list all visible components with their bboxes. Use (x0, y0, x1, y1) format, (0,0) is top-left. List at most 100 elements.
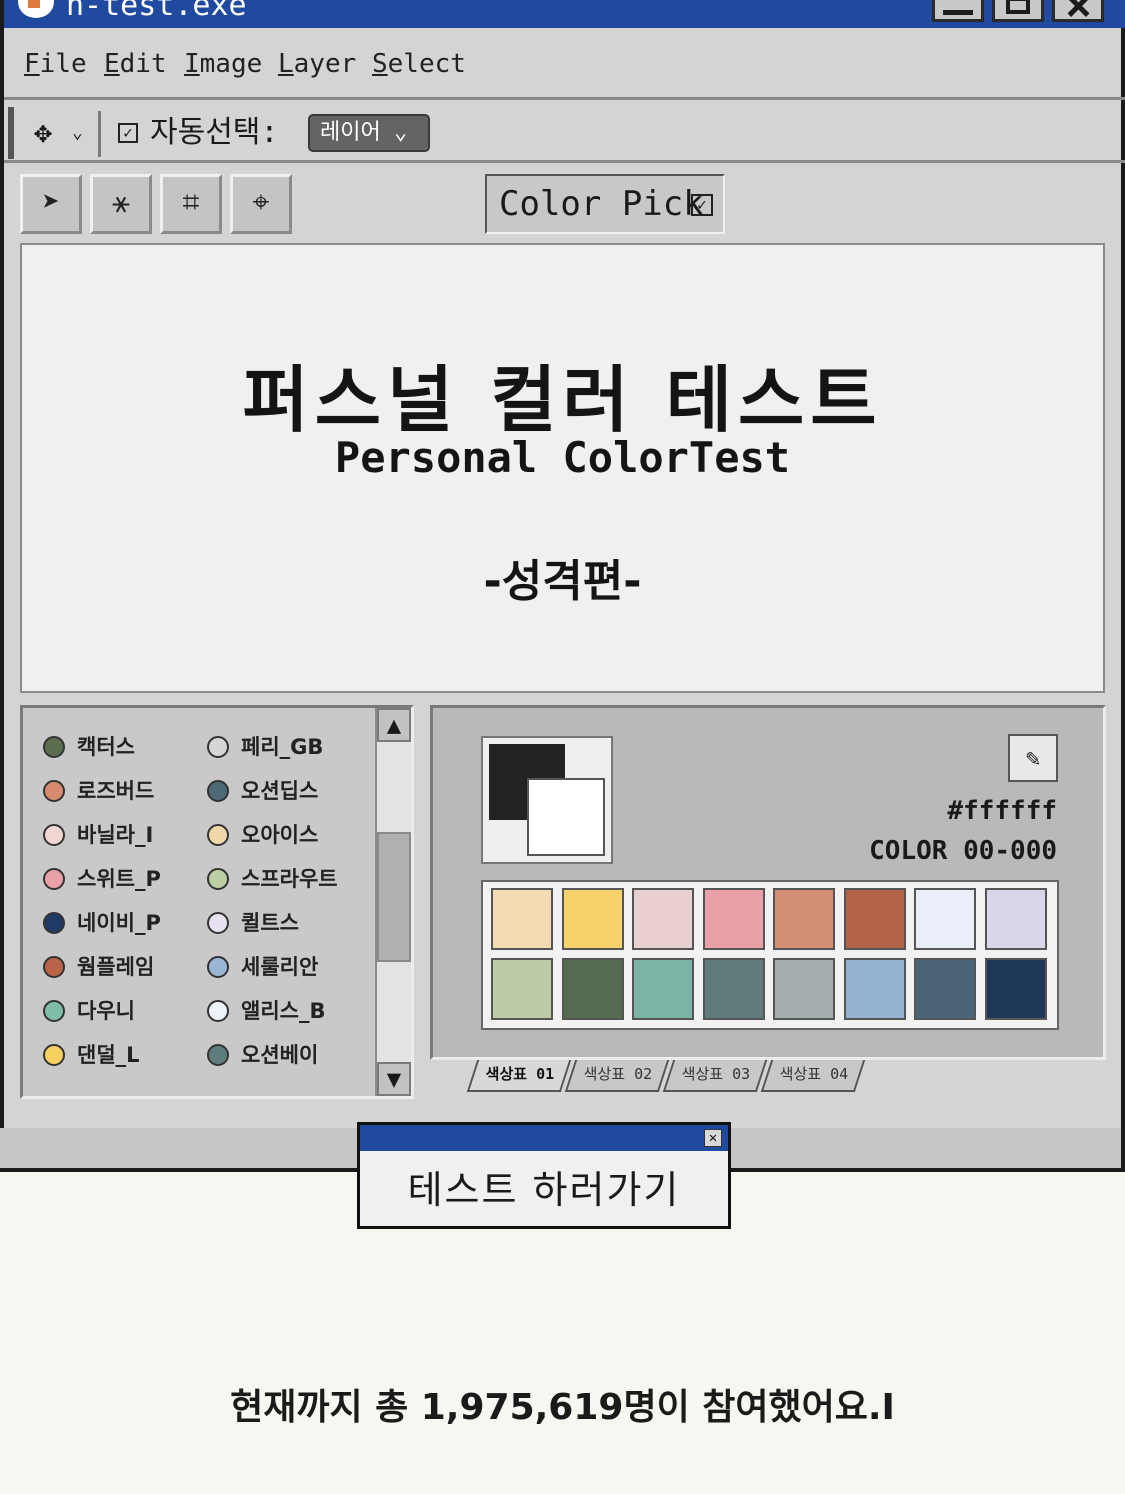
color-swatch[interactable] (702, 958, 765, 1020)
color-swatch[interactable] (632, 958, 694, 1020)
auto-select-checkbox[interactable]: ✓ (118, 123, 138, 143)
tab-palette-01[interactable]: 색상표 01 (466, 1060, 572, 1092)
canvas-area: 퍼스널 컬러 테스트 Personal ColorTest -성격편- (20, 243, 1105, 693)
color-swatch[interactable] (984, 888, 1047, 950)
list-item[interactable]: 웜플레임 (43, 952, 154, 982)
chevron-down-icon[interactable]: ⌄ (72, 122, 83, 143)
color-dot (207, 868, 229, 890)
dialog-title-bar: ✕ (360, 1125, 728, 1151)
color-swatch[interactable] (773, 888, 835, 950)
menu-file[interactable]: File (24, 48, 87, 80)
color-palette-panel: ✎ #ffffff COLOR 00-000 (430, 705, 1106, 1060)
start-test-button[interactable]: 테스트 하러가기 (360, 1155, 728, 1227)
list-item[interactable]: 다우니 (43, 996, 135, 1026)
list-item[interactable]: 바닐라_I (43, 820, 153, 850)
layer-dropdown[interactable]: 레이어 ⌄ (308, 114, 430, 152)
magic-wand-button[interactable]: ⚹ (90, 174, 152, 234)
color-swatch[interactable] (843, 958, 906, 1020)
list-item[interactable]: 앨리스_B (207, 996, 325, 1026)
select-tool-button[interactable]: ➤ (20, 174, 82, 234)
crop-tool-button[interactable]: ⌗ (160, 174, 222, 234)
color-swatch[interactable] (491, 958, 553, 1020)
options-bar: ✥ ⌄ ✓ 자동선택: 레이어 ⌄ (4, 103, 1125, 163)
menu-edit[interactable]: Edit (104, 48, 167, 80)
layer-dropdown-value: 레이어 (320, 120, 381, 145)
color-swatch[interactable] (561, 958, 624, 1020)
background-color-swatch[interactable] (527, 778, 605, 856)
color-pick-button[interactable]: Color Pick ✓ (485, 174, 725, 234)
list-item[interactable]: 캑터스 (43, 732, 135, 762)
toolbar-grip[interactable] (8, 107, 14, 159)
list-item-label: 캑터스 (77, 735, 135, 759)
target-tool-button[interactable]: ⌖ (230, 174, 292, 234)
list-item[interactable]: 스위트_P (43, 864, 161, 894)
list-item[interactable]: 오아이스 (207, 820, 318, 850)
crosshair-icon: ⌖ (252, 185, 270, 220)
color-dot (207, 912, 229, 934)
color-swatch[interactable] (561, 888, 624, 950)
list-item-label: 댄덜_L (77, 1043, 140, 1067)
color-dot (43, 1000, 65, 1022)
list-item[interactable]: 세룰리안 (207, 952, 318, 982)
list-item-label: 오아이스 (241, 823, 319, 847)
maximize-button[interactable] (992, 0, 1044, 22)
tab-palette-04[interactable]: 색상표 04 (760, 1060, 866, 1092)
color-dot (43, 780, 65, 802)
menu-image[interactable]: Image (184, 48, 262, 80)
color-dot (43, 868, 65, 890)
list-item-label: 오션딥스 (241, 779, 319, 803)
color-dot (207, 824, 229, 846)
list-item[interactable]: 퀼트스 (207, 908, 299, 938)
scroll-down-button[interactable]: ▼ (377, 1062, 411, 1096)
list-item[interactable]: 오션베이 (207, 1040, 318, 1070)
eyedropper-button[interactable]: ✎ (1008, 734, 1058, 782)
list-item[interactable]: 페리_GB (207, 732, 323, 762)
color-dot (43, 736, 65, 758)
minimize-button[interactable] (932, 0, 984, 22)
tab-palette-02[interactable]: 색상표 02 (564, 1060, 670, 1092)
list-item[interactable]: 오션딥스 (207, 776, 318, 806)
close-button[interactable] (1052, 0, 1104, 22)
list-item[interactable]: 댄덜_L (43, 1040, 140, 1070)
list-item-label: 네이비_P (77, 911, 161, 935)
eyedropper-icon: ✎ (1025, 744, 1041, 772)
color-swatch[interactable] (984, 958, 1047, 1020)
color-swatch[interactable] (843, 888, 906, 950)
page-edition-label: -성격편- (483, 556, 642, 607)
list-item[interactable]: 로즈버드 (43, 776, 154, 806)
color-dot (43, 956, 65, 978)
magic-wand-icon: ⚹ (112, 185, 130, 220)
scroll-up-button[interactable]: ▲ (377, 708, 411, 742)
list-item[interactable]: 스프라우트 (207, 864, 338, 894)
list-item-label: 바닐라_I (77, 823, 154, 847)
color-pick-label: Color Pick (499, 184, 704, 224)
menu-layer[interactable]: Layer (278, 48, 356, 80)
color-dot (207, 956, 229, 978)
list-item[interactable]: 네이비_P (43, 908, 161, 938)
tab-palette-03[interactable]: 색상표 03 (662, 1060, 768, 1092)
color-swatch[interactable] (914, 958, 976, 1020)
current-color-swatches (481, 736, 613, 864)
color-swatch[interactable] (632, 888, 694, 950)
color-dot (207, 1044, 229, 1066)
chevron-down-icon: ⌄ (393, 120, 408, 145)
page-title: 퍼스널 컬러 테스트 (242, 358, 883, 442)
window-title: h-test.exe (66, 0, 247, 23)
color-swatch[interactable] (914, 888, 976, 950)
list-item-label: 웜플레임 (77, 955, 155, 979)
list-item-label: 세룰리안 (241, 955, 319, 979)
start-test-dialog: ✕ 테스트 하러가기 (357, 1122, 731, 1229)
color-pick-checkbox[interactable]: ✓ (691, 194, 713, 216)
color-swatch[interactable] (491, 888, 553, 950)
list-item-label: 오션베이 (241, 1043, 319, 1067)
dialog-close-icon[interactable]: ✕ (704, 1129, 722, 1147)
color-swatch[interactable] (702, 888, 765, 950)
personality-list-panel: 캑터스 페리_GB 로즈버드 오션딥스바닐라_I 오아이스스위트_P 스프라우트네이비_P… (20, 705, 414, 1099)
scrollbar[interactable]: ▲ ▼ (375, 708, 411, 1096)
color-swatch[interactable] (773, 958, 835, 1020)
menu-select[interactable]: Select (372, 48, 466, 80)
color-dot (207, 736, 229, 758)
move-tool-icon[interactable]: ✥ (34, 117, 52, 149)
scrollbar-thumb[interactable] (377, 832, 411, 962)
list-item-label: 스프라우트 (241, 867, 338, 891)
